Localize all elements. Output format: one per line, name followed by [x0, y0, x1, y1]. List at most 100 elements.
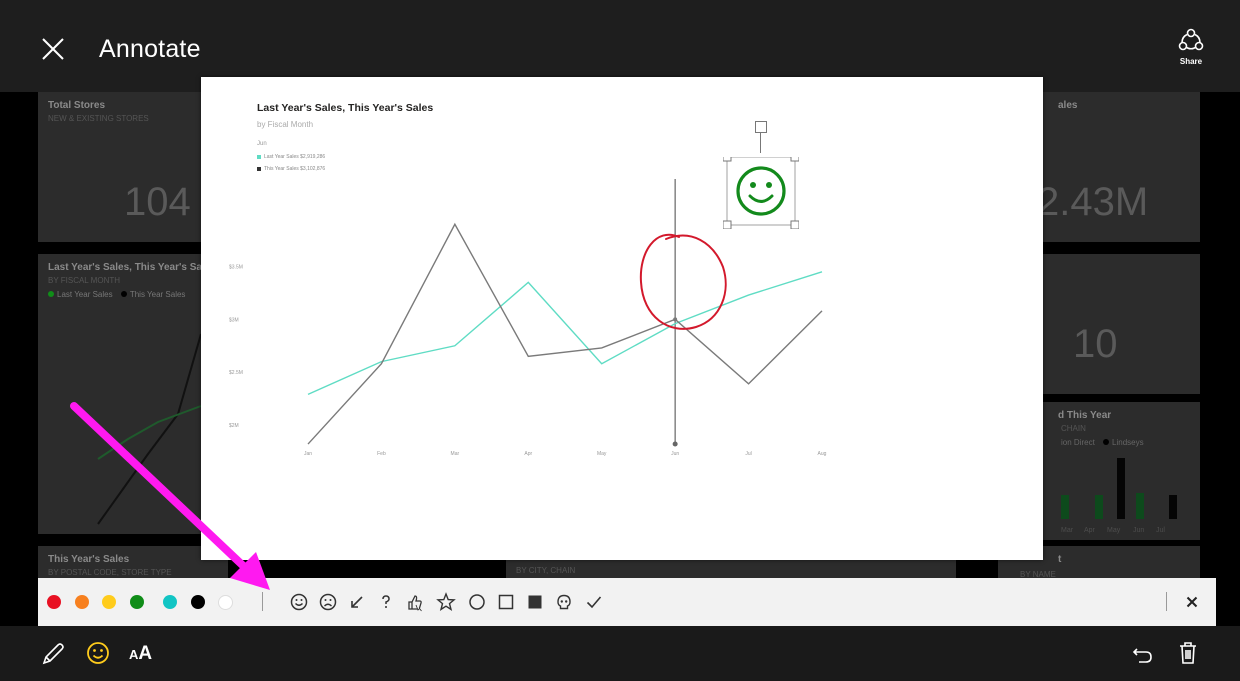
bar [1117, 458, 1125, 519]
thumb-stamp-button[interactable] [404, 591, 426, 613]
skull-stamp-button[interactable] [553, 591, 575, 613]
annotation-canvas[interactable]: Last Year's Sales, This Year's Sales by … [201, 77, 1043, 560]
color-black[interactable] [191, 595, 205, 609]
delete-button[interactable] [1174, 638, 1202, 668]
bar [1095, 495, 1103, 519]
close-toolbar-button[interactable] [1181, 591, 1203, 613]
bar [1136, 493, 1144, 519]
toolbar-divider [1166, 592, 1167, 611]
tile-series-this-year [97, 333, 202, 525]
tile-value: 10 [1073, 322, 1118, 366]
rotate-handle-stem [760, 132, 761, 153]
x-tick-label: Mar [451, 451, 460, 457]
trash-icon [1180, 642, 1196, 664]
tile-bar-chart: d This Year CHAIN ion Direct Lindseys Ma… [1043, 402, 1200, 540]
y-tick-label: $2M [229, 423, 239, 429]
toolbar-divider [262, 592, 263, 611]
resize-handle[interactable] [722, 220, 732, 230]
square-icon [498, 594, 514, 610]
resize-handle[interactable] [790, 220, 800, 230]
tile-title: This Year's Sales [48, 554, 130, 565]
color-green[interactable] [130, 595, 144, 609]
undo-icon [1132, 648, 1152, 663]
bar [1061, 495, 1069, 519]
tile-subtitle: BY POSTAL CODE, STORE TYPE [48, 568, 172, 577]
page-title: Annotate [99, 35, 201, 63]
tile-total-stores: Total Stores NEW & EXISTING STORES 104 [38, 92, 228, 242]
color-teal[interactable] [163, 595, 177, 609]
tile-line-chart: Last Year's Sales, This Year's Sa BY FIS… [38, 254, 228, 534]
close-annotate-button[interactable] [38, 34, 68, 64]
color-orange[interactable] [75, 595, 89, 609]
filled-square-stamp-button[interactable] [524, 591, 546, 613]
arrow-stamp-button[interactable] [346, 591, 368, 613]
tile-title: t [1058, 554, 1062, 565]
color-white[interactable] [218, 595, 233, 610]
tile-title: Total Stores [48, 100, 106, 111]
tick-label: Jul [1156, 527, 1165, 534]
tick-label: Mar [1061, 527, 1074, 534]
tile-subtitle: NEW & EXISTING STORES [48, 114, 149, 123]
y-tick-label: $2.5M [229, 370, 243, 376]
tick-label: Jun [1133, 527, 1145, 534]
color-yellow[interactable] [102, 595, 116, 609]
skull-icon [557, 594, 571, 610]
x-tick-label: Apr [524, 451, 532, 457]
hover-cursor-handle [672, 441, 678, 447]
pen-icon [42, 643, 64, 665]
legend-label: Lindseys [1112, 438, 1144, 447]
legend-label: ion Direct [1061, 438, 1095, 447]
undo-button[interactable] [1129, 638, 1157, 668]
x-tick-label: Aug [818, 451, 827, 457]
series-line-this-year-sales [307, 222, 823, 445]
smile-stamp-button[interactable] [288, 591, 310, 613]
tile-subtitle: CHAIN [1061, 424, 1086, 433]
smile-icon [87, 642, 109, 664]
tile-sales: ales 2.43M [1037, 92, 1200, 242]
tick-label: May [1107, 527, 1121, 534]
tile-title: d This Year [1058, 410, 1112, 421]
x-tick-label: Jun [671, 451, 679, 457]
resize-handle[interactable] [722, 152, 732, 162]
frown-stamp-button[interactable] [317, 591, 339, 613]
tile-title: ales [1058, 100, 1078, 111]
check-icon [586, 596, 602, 609]
line-chart: $3.5M $3M $2.5M $2M Jan Feb Mar Apr May Jun Jul Aug [229, 179, 827, 457]
close-icon [42, 38, 64, 60]
tile-value: 104 [124, 180, 191, 224]
filled-square-icon [528, 595, 542, 609]
tile-line-chart-svg [97, 333, 202, 525]
close-icon [1186, 596, 1198, 608]
square-stamp-button[interactable] [495, 591, 517, 613]
arrow-icon [351, 596, 363, 608]
resize-handle[interactable] [790, 152, 800, 162]
tile-subtitle: BY CITY, CHAIN [516, 566, 576, 575]
star-stamp-button[interactable] [435, 591, 457, 613]
series-line-last-year-sales [307, 271, 823, 396]
color-red[interactable] [47, 595, 61, 609]
smiley-sticker[interactable] [722, 152, 800, 230]
frown-icon [319, 593, 337, 611]
x-tick-label: Jul [745, 451, 751, 457]
share-button[interactable]: Share [1176, 26, 1206, 70]
pen-button[interactable] [38, 638, 66, 668]
thumb-icon [408, 595, 422, 612]
tile-legend: ion Direct Lindseys [1061, 438, 1144, 447]
stamp-button[interactable] [84, 638, 112, 668]
circle-stamp-button[interactable] [466, 591, 488, 613]
check-stamp-button[interactable] [583, 591, 605, 613]
annotation-toolbar [38, 578, 1216, 626]
question-stamp-button[interactable] [375, 591, 397, 613]
question-icon [382, 595, 390, 608]
sticker-selection [722, 152, 800, 230]
tick-label: Apr [1084, 527, 1095, 534]
y-tick-label: $3.5M [229, 265, 243, 271]
x-tick-label: May [597, 451, 607, 457]
rotate-handle[interactable] [755, 121, 767, 133]
bottom-command-bar: AA [0, 626, 1240, 681]
text-size-icon: AA [129, 643, 153, 664]
text-button[interactable]: AA [129, 643, 157, 673]
x-tick-label: Jan [304, 451, 312, 457]
share-label: Share [1179, 57, 1203, 66]
smile-icon [290, 593, 308, 611]
